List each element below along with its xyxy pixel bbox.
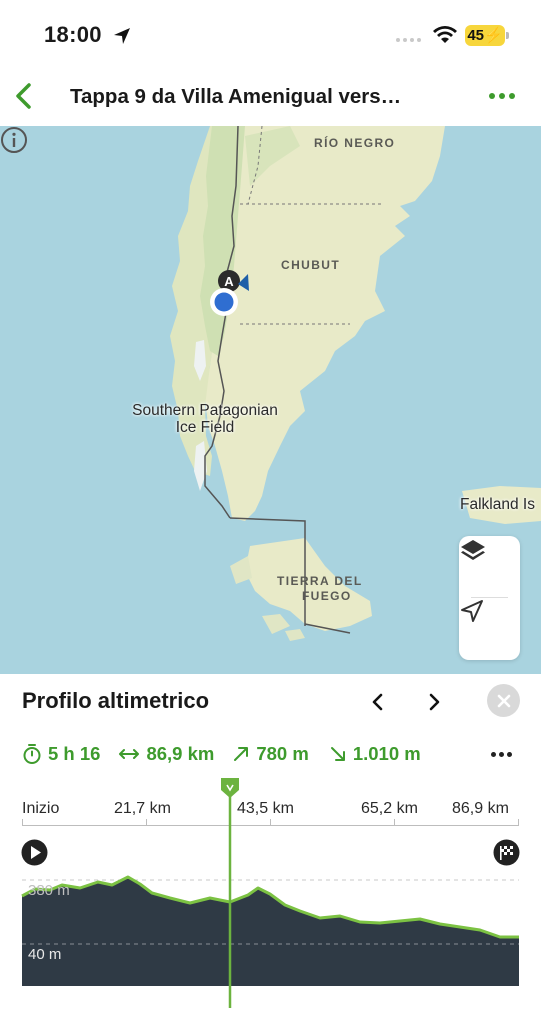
island-shape (285, 629, 305, 641)
tierra-label-line1: TIERRA DEL (277, 574, 363, 588)
elevation-profile-chart[interactable] (0, 674, 541, 1024)
status-bar: 18:00 45⚡ (0, 0, 541, 66)
locate-me-button[interactable] (459, 598, 520, 658)
battery-level: 45 (467, 27, 484, 44)
map-label-chubut: CHUBUT (281, 258, 341, 272)
position-cursor-handle[interactable] (221, 778, 239, 798)
navigation-arrow-icon (461, 600, 483, 622)
map-label-falkland: Falkland Is (460, 496, 535, 513)
map-label-ice-field: Southern Patagonian Ice Field (122, 402, 288, 436)
map-label-tierra-del-fuego: TIERRA DEL FUEGO (277, 574, 363, 604)
signal-dots-icon (396, 38, 421, 42)
location-arrow-icon (114, 28, 130, 44)
info-icon[interactable] (0, 126, 28, 154)
route-start-marker-label: A (224, 274, 234, 289)
tierra-label-line2: FUEGO (301, 589, 352, 603)
elevation-label-bottom: 40 m (28, 946, 62, 963)
more-options-icon[interactable] (489, 93, 515, 99)
ice-field-label-line1: Southern Patagonian (132, 402, 278, 419)
island-shape (230, 556, 252, 584)
back-chevron-icon[interactable] (10, 80, 38, 112)
layers-icon (461, 540, 485, 560)
page-title: Tappa 9 da Villa Amenigual vers… (70, 85, 402, 108)
ice-field-label-line2: Ice Field (175, 419, 235, 436)
current-location-dot (214, 292, 234, 312)
elevation-profile-panel: Profilo altimetrico 5 h 16 86,9 km 780 m… (0, 674, 541, 1024)
map-controls (459, 536, 520, 660)
map-label-rio-negro: RÍO NEGRO (314, 136, 396, 150)
wifi-icon (433, 26, 457, 43)
route-map[interactable]: A RÍO NEGRO CHUBUT Southern Patagonian I… (0, 126, 541, 674)
map-layers-button[interactable] (459, 536, 520, 596)
battery-indicator: 45⚡ (465, 25, 509, 46)
status-time: 18:00 (44, 22, 102, 47)
navigation-bar: Tappa 9 da Villa Amenigual vers… (0, 66, 541, 126)
elevation-label-top: 380 m (28, 882, 70, 899)
